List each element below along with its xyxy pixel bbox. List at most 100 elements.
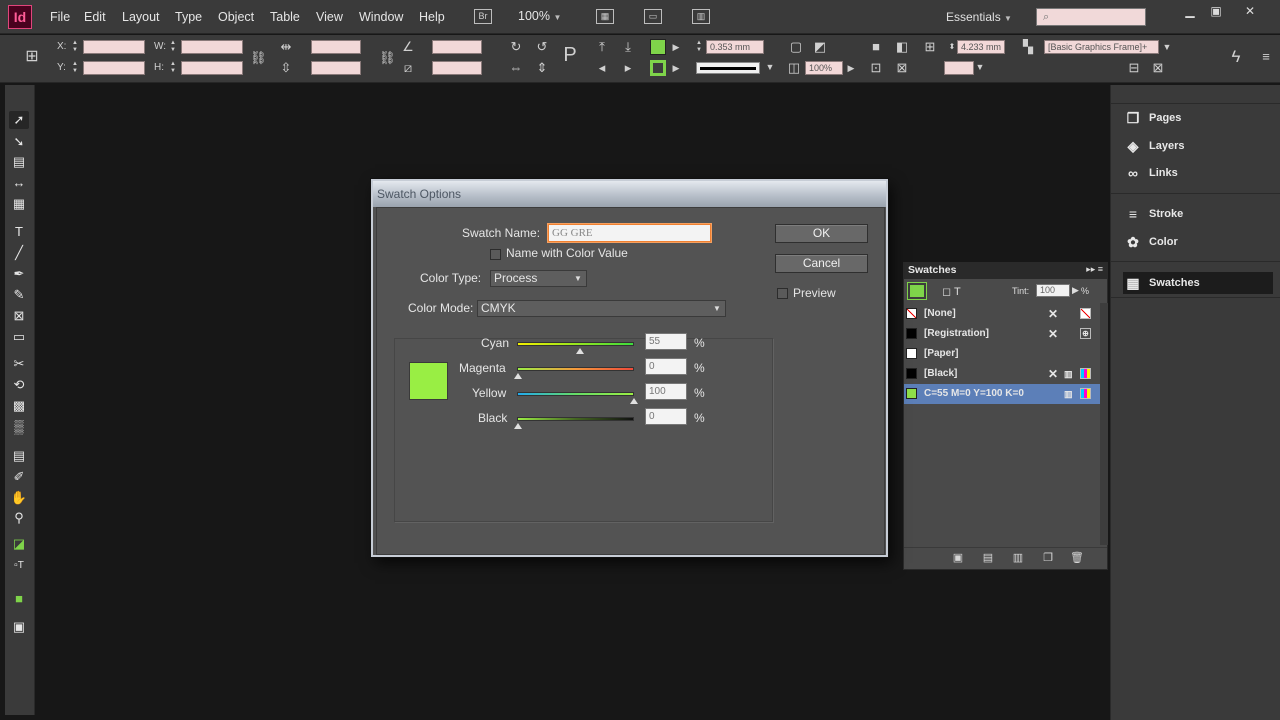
height-field[interactable] xyxy=(181,61,243,75)
swatch-name-input[interactable]: GG GRE xyxy=(548,224,711,242)
menu-file[interactable]: File xyxy=(50,10,70,24)
magenta-field[interactable]: 0 xyxy=(645,358,687,375)
new-swatch-icon[interactable]: ❐ xyxy=(1041,551,1055,565)
fx-size-field[interactable]: 4.233 mm xyxy=(957,40,1005,54)
name-with-color-value-checkbox[interactable] xyxy=(490,249,501,260)
fill-stroke-proxy[interactable] xyxy=(907,282,927,300)
panel-menu-icon[interactable]: ≡ xyxy=(1258,49,1274,65)
type-tool-icon[interactable]: T xyxy=(9,223,29,241)
swatches-panel-header[interactable]: Swatches ▸▸ ≡ xyxy=(904,263,1107,279)
constrain-proportions-icon[interactable]: ⛓ xyxy=(250,50,267,66)
content-collector-icon[interactable]: ▦ xyxy=(9,195,29,213)
menu-type[interactable]: Type xyxy=(175,10,202,24)
menu-edit[interactable]: Edit xyxy=(84,10,106,24)
gap-tool-icon[interactable]: ↔ xyxy=(9,174,29,192)
free-transform-icon[interactable]: ⟲ xyxy=(9,376,29,394)
apply-color-icon[interactable]: ■ xyxy=(9,590,29,608)
constrain-scale-icon[interactable]: ⛓ xyxy=(379,50,396,66)
yellow-slider-thumb[interactable] xyxy=(630,398,638,404)
ok-button[interactable]: OK xyxy=(775,224,868,243)
chevron-down-icon[interactable]: ▼ xyxy=(1159,39,1175,55)
y-field[interactable] xyxy=(83,61,145,75)
preview-checkbox[interactable] xyxy=(777,288,788,299)
fill-swatch[interactable] xyxy=(650,39,666,55)
center-content-icon[interactable]: ⊡ xyxy=(868,60,884,76)
scale-x-field[interactable] xyxy=(311,40,361,54)
dialog-titlebar[interactable]: Swatch Options xyxy=(373,181,886,207)
dock-item-links[interactable]: ∞ Links xyxy=(1123,162,1273,184)
maximize-button[interactable]: ▣ xyxy=(1204,4,1228,20)
screen-mode-icon[interactable]: ▣ xyxy=(9,618,29,636)
workspace-switcher[interactable]: Essentials ▼ xyxy=(946,10,1012,24)
arrange-documents-icon[interactable]: ▥ xyxy=(692,9,710,24)
note-tool-icon[interactable]: ▤ xyxy=(9,447,29,465)
minimize-button[interactable]: ▁ xyxy=(1178,4,1202,20)
fit-content-icon[interactable]: ◧ xyxy=(894,39,910,55)
x-field[interactable] xyxy=(83,40,145,54)
swatch-row-green[interactable]: C=55 M=0 Y=100 K=0 ▥ xyxy=(904,384,1100,404)
cyan-slider-thumb[interactable] xyxy=(576,348,584,354)
panel-menu-icon[interactable]: ▸▸ ≡ xyxy=(1086,264,1103,275)
pen-tool-icon[interactable]: ✒ xyxy=(9,265,29,283)
rotate-ccw-icon[interactable]: ↺ xyxy=(534,39,550,55)
rotate-cw-icon[interactable]: ↻ xyxy=(508,39,524,55)
eyedropper-icon[interactable]: ✐ xyxy=(9,468,29,486)
show-all-swatches-icon[interactable]: ▣ xyxy=(951,551,965,565)
swatch-row-black[interactable]: [Black] ✕ ▥ xyxy=(904,364,1100,384)
swatch-row-registration[interactable]: [Registration] ✕ ⊕ xyxy=(904,324,1100,344)
view-options-icon[interactable]: ▦ xyxy=(596,9,614,24)
fill-stroke-icon[interactable]: ◪ xyxy=(9,535,29,553)
stroke-weight-field[interactable]: 0.353 mm xyxy=(706,40,764,54)
cyan-slider[interactable] xyxy=(517,342,634,354)
chevron-down-icon[interactable]: ▼ xyxy=(972,59,988,75)
dock-item-color[interactable]: ✿ Color xyxy=(1123,231,1273,253)
container-format-icon[interactable]: ◻ T xyxy=(942,285,961,298)
dock-item-pages[interactable]: ❐ Pages xyxy=(1123,107,1273,129)
drop-shadow-icon[interactable]: ▢ xyxy=(788,39,804,55)
select-next-icon[interactable]: ▸ xyxy=(620,60,636,76)
clear-style-icon[interactable]: ⊠ xyxy=(1150,60,1166,76)
swatches-scrollbar[interactable] xyxy=(1100,303,1108,545)
menu-layout[interactable]: Layout xyxy=(122,10,160,24)
dock-item-stroke[interactable]: ≡ Stroke xyxy=(1123,203,1273,225)
black-field[interactable]: 0 xyxy=(645,408,687,425)
fit-frame-icon[interactable]: ■ xyxy=(868,39,884,55)
cyan-field[interactable]: 55 xyxy=(645,333,687,350)
select-previous-icon[interactable]: ◂ xyxy=(594,60,610,76)
hand-tool-icon[interactable]: ✋ xyxy=(9,489,29,507)
black-slider[interactable] xyxy=(514,417,634,429)
chevron-down-icon[interactable]: ▼ xyxy=(762,59,778,75)
close-button[interactable]: ✕ xyxy=(1238,4,1262,20)
menu-help[interactable]: Help xyxy=(419,10,445,24)
cancel-button[interactable]: Cancel xyxy=(775,254,868,273)
formatting-affects-icon[interactable]: ▫T xyxy=(9,557,29,575)
zoom-tool-icon[interactable]: ⚲ xyxy=(9,509,29,527)
black-slider-thumb[interactable] xyxy=(514,423,522,429)
effects-icon[interactable]: ◩ xyxy=(812,39,828,55)
menu-table[interactable]: Table xyxy=(270,10,300,24)
bridge-icon[interactable]: Br xyxy=(474,9,492,24)
screen-mode-icon[interactable]: ▭ xyxy=(644,9,662,24)
stroke-type-select[interactable] xyxy=(696,62,760,74)
scale-y-field[interactable] xyxy=(311,61,361,75)
select-content-icon[interactable]: ⤓ xyxy=(620,39,636,55)
menu-window[interactable]: Window xyxy=(359,10,403,24)
reference-point-icon[interactable]: ⊞ xyxy=(24,49,40,65)
fill-menu-icon[interactable]: ▶ xyxy=(668,39,684,55)
zoom-level[interactable]: 100% ▼ xyxy=(518,9,561,23)
gradient-feather-icon[interactable]: ▒ xyxy=(9,418,29,436)
quick-apply-icon[interactable]: ϟ xyxy=(1228,48,1244,65)
magenta-slider-thumb[interactable] xyxy=(514,373,522,379)
menu-view[interactable]: View xyxy=(316,10,343,24)
gradient-swatch-icon[interactable]: ▩ xyxy=(9,397,29,415)
x-stepper[interactable]: ▲ ▼ xyxy=(72,40,80,54)
shear-field[interactable] xyxy=(432,61,482,75)
opacity-menu-icon[interactable]: ▶ xyxy=(843,60,859,76)
select-container-icon[interactable]: ⤒ xyxy=(594,39,610,55)
rectangle-tool-icon[interactable]: ▭ xyxy=(9,328,29,346)
stroke-menu-icon[interactable]: ▶ xyxy=(668,60,684,76)
clear-overrides-icon[interactable]: ⊟ xyxy=(1126,60,1142,76)
swatch-row-none[interactable]: [None] ✕ xyxy=(904,304,1100,324)
fill-frame-icon[interactable]: ⊠ xyxy=(894,60,910,76)
yellow-field[interactable]: 100 xyxy=(645,383,687,400)
